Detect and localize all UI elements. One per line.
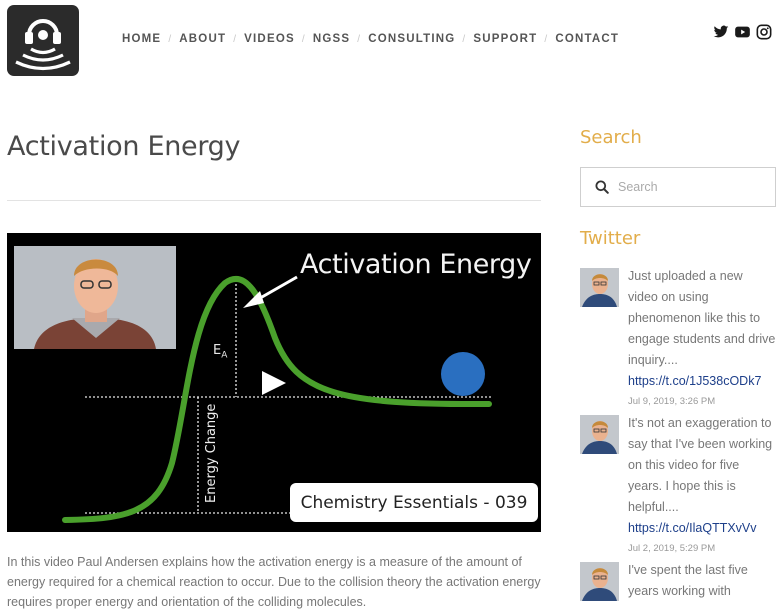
avatar[interactable] [580, 268, 619, 307]
page-title: Activation Energy [7, 131, 241, 162]
nav-separator: / [301, 33, 306, 45]
tweet-link[interactable]: https://t.co/1J538cODk7 [628, 371, 776, 392]
headphones-logo-icon [15, 19, 71, 71]
tweet-body: Just uploaded a new video on using pheno… [628, 266, 776, 407]
tweet-text: I've spent the last five years working w… [628, 563, 748, 598]
nav-separator: / [168, 33, 173, 45]
search-icon [595, 180, 609, 199]
tweet-body: I've spent the last five years working w… [628, 560, 776, 602]
nav-separator: / [544, 33, 549, 45]
title-divider [7, 200, 541, 201]
search-input[interactable] [616, 171, 770, 203]
nav-support[interactable]: SUPPORT [473, 33, 537, 45]
series-badge: Chemistry Essentials - 039 [290, 483, 538, 522]
video-description: In this video Paul Andersen explains how… [7, 555, 541, 609]
nav-separator: / [233, 33, 238, 45]
nav-home[interactable]: HOME [122, 33, 161, 45]
tweet-text: Just uploaded a new video on using pheno… [628, 269, 776, 367]
instagram-icon[interactable] [756, 24, 772, 45]
ea-label-sub: A [221, 350, 228, 361]
tweet-date[interactable]: Jul 2, 2019, 5:29 PM [628, 543, 776, 554]
search-box [580, 167, 776, 207]
tweet-text: It's not an exaggeration to say that I'v… [628, 416, 773, 514]
youtube-icon[interactable] [734, 24, 751, 45]
search-heading: Search [580, 127, 642, 148]
twitter-icon[interactable] [713, 24, 729, 45]
twitter-heading: Twitter [580, 228, 641, 249]
tweet-date[interactable]: Jul 9, 2019, 3:26 PM [628, 396, 776, 407]
site-logo[interactable] [7, 5, 79, 76]
video-title: Activation Energy [300, 249, 532, 280]
tweet-body: It's not an exaggeration to say that I'v… [628, 413, 776, 554]
nav-videos[interactable]: VIDEOS [244, 33, 295, 45]
reactant-ball [441, 352, 485, 396]
social-links [713, 24, 772, 45]
nav-ngss[interactable]: NGSS [313, 33, 350, 45]
presenter-webcam [14, 246, 176, 349]
nav-about[interactable]: ABOUT [179, 33, 226, 45]
nav-contact[interactable]: CONTACT [555, 33, 619, 45]
avatar[interactable] [580, 562, 619, 601]
play-icon[interactable] [262, 371, 286, 395]
nav-consulting[interactable]: CONSULTING [368, 33, 455, 45]
main-nav: HOME / ABOUT / VIDEOS / NGSS / CONSULTIN… [122, 33, 619, 45]
energy-change-label: Energy Change [204, 403, 219, 503]
nav-separator: / [462, 33, 467, 45]
video-player[interactable]: Activation Energy EA Energy Change Chemi… [7, 233, 541, 532]
tweet-link[interactable]: https://t.co/IlaQTTXvVv [628, 518, 776, 539]
avatar[interactable] [580, 415, 619, 454]
nav-separator: / [357, 33, 362, 45]
